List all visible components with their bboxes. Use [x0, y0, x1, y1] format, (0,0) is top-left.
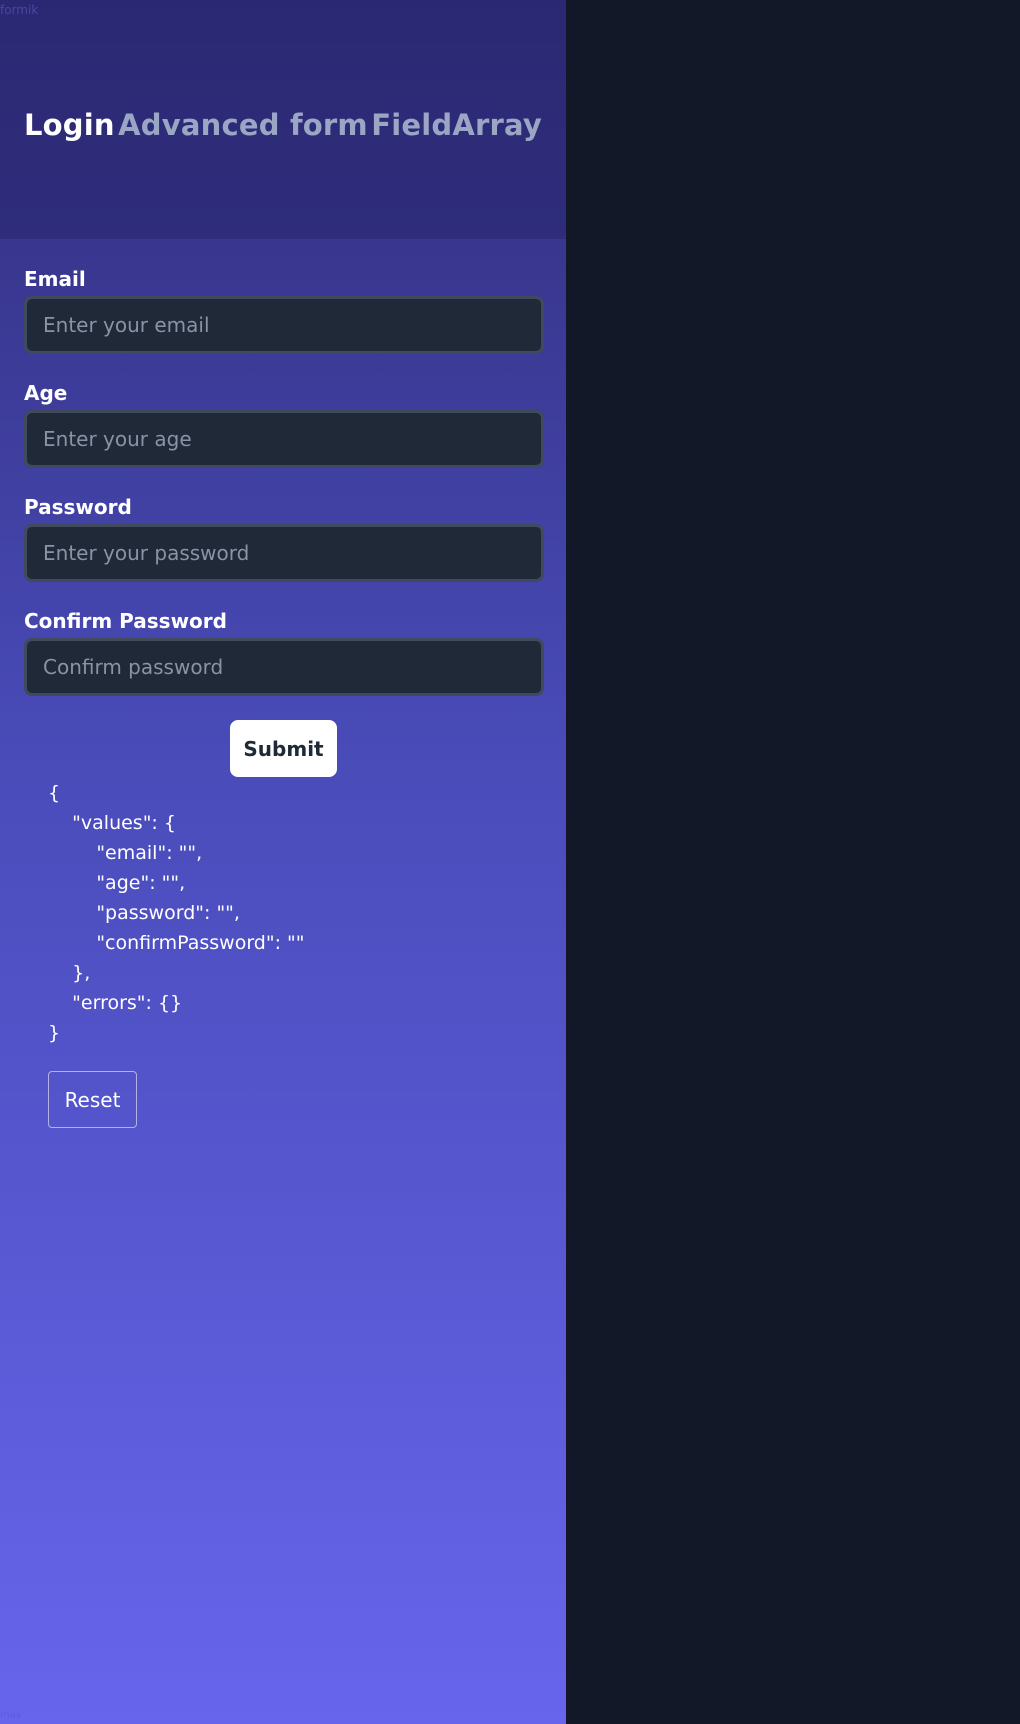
footer-label: max: [0, 1710, 22, 1721]
submit-row: Submit: [230, 720, 337, 777]
email-label: Email: [24, 267, 86, 291]
confirm-password-label: Confirm Password: [24, 609, 227, 633]
age-field-group: Age: [24, 376, 544, 468]
age-label: Age: [24, 381, 68, 405]
tab-login[interactable]: Login: [24, 108, 115, 142]
tab-fieldarray[interactable]: FieldArray: [371, 108, 542, 142]
reset-button[interactable]: Reset: [48, 1071, 137, 1128]
submit-button[interactable]: Submit: [230, 720, 337, 777]
tab-bar: Login Advanced form FieldArray: [24, 108, 542, 142]
header: Login Advanced form FieldArray: [0, 0, 566, 239]
age-input[interactable]: [24, 410, 544, 468]
email-input[interactable]: [24, 296, 544, 354]
password-input[interactable]: [24, 524, 544, 582]
tab-advanced-form[interactable]: Advanced form: [118, 108, 368, 142]
email-field-group: Email: [24, 262, 544, 354]
confirm-password-field-group: Confirm Password: [24, 604, 544, 696]
login-form: Email Age Password Confirm Password: [24, 262, 544, 718]
password-field-group: Password: [24, 490, 544, 582]
app-panel: formik Login Advanced form FieldArray Em…: [0, 0, 566, 1724]
password-label: Password: [24, 495, 132, 519]
form-state-debug: { "values": { "email": "", "age": "", "p…: [48, 782, 305, 1044]
confirm-password-input[interactable]: [24, 638, 544, 696]
